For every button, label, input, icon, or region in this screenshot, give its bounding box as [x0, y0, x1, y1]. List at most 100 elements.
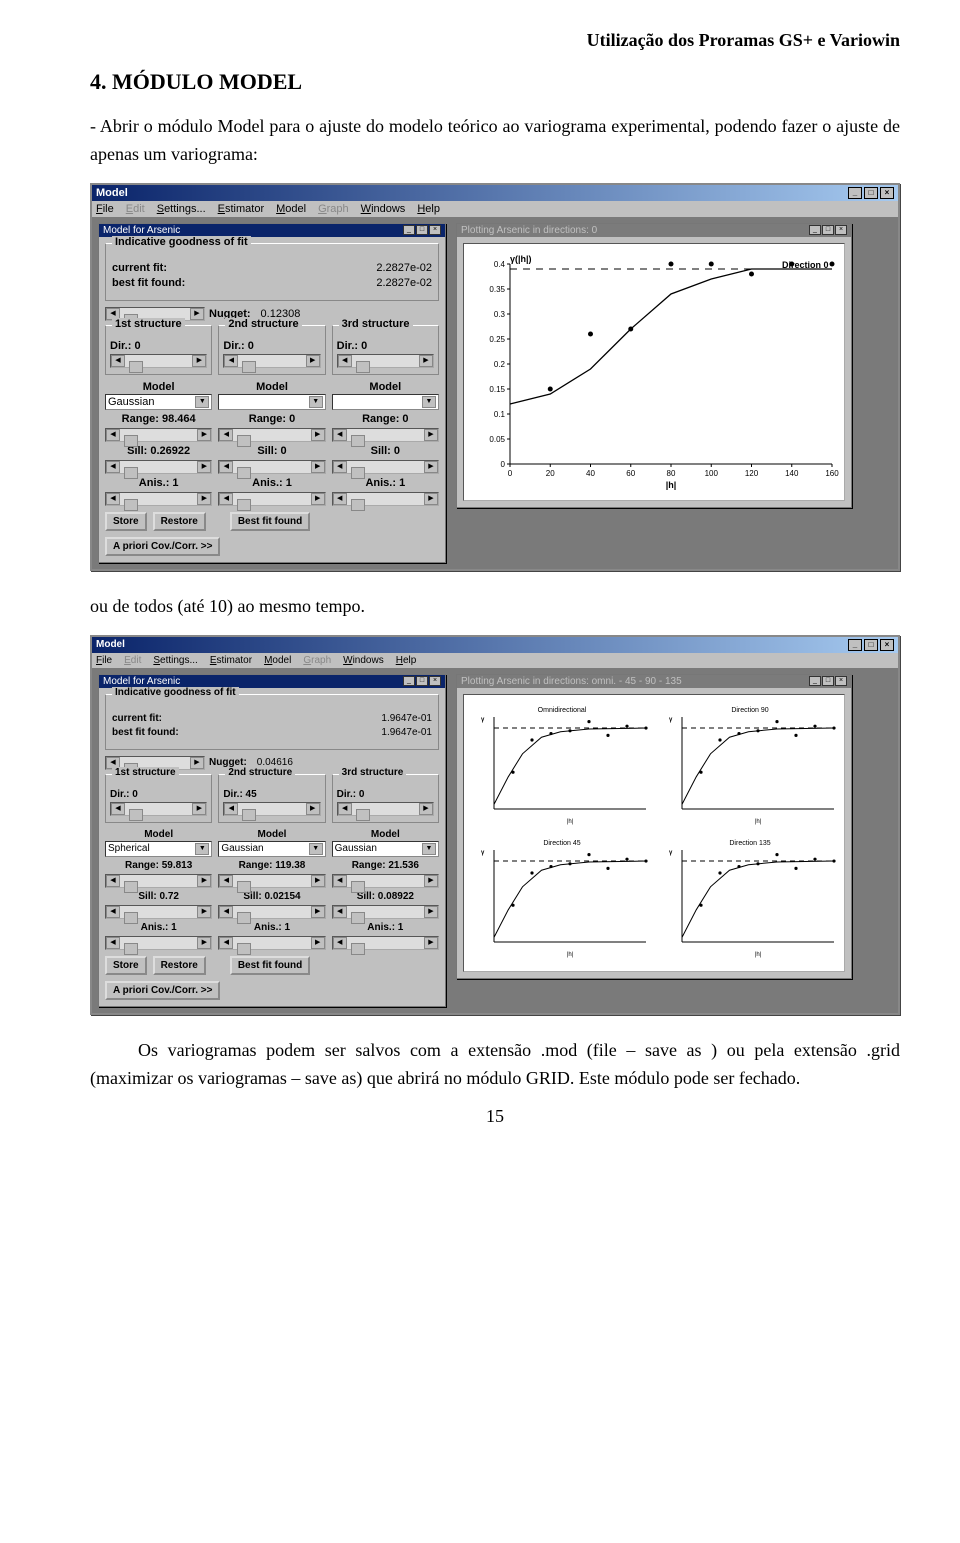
- subwin-close-btn[interactable]: ×: [429, 225, 441, 235]
- scroll-right-btn[interactable]: ▶: [197, 937, 211, 949]
- scroll-left-btn[interactable]: ◀: [333, 937, 347, 949]
- scroll-left-btn[interactable]: ◀: [338, 803, 352, 815]
- scroll-left-btn[interactable]: ◀: [219, 461, 233, 473]
- window-title-bar[interactable]: Model _ □ ×: [92, 637, 898, 653]
- menu-item[interactable]: Estimator: [210, 655, 252, 666]
- scroll-left-btn[interactable]: ◀: [333, 429, 347, 441]
- scroll-right-btn[interactable]: ▶: [311, 461, 325, 473]
- model-combo[interactable]: ▼: [218, 394, 325, 410]
- menu-item[interactable]: Windows: [361, 203, 406, 215]
- chevron-down-icon[interactable]: ▼: [195, 843, 209, 855]
- store-button[interactable]: Store: [105, 956, 147, 975]
- subwin-min-btn[interactable]: _: [403, 225, 415, 235]
- chevron-down-icon[interactable]: ▼: [309, 843, 323, 855]
- model-combo[interactable]: ▼: [332, 394, 439, 410]
- scroll-right-btn[interactable]: ▶: [197, 429, 211, 441]
- scroll-right-btn[interactable]: ▶: [197, 875, 211, 887]
- subwin-max-btn[interactable]: □: [822, 225, 834, 235]
- scroll-left-btn[interactable]: ◀: [224, 803, 238, 815]
- scroll-left-btn[interactable]: ◀: [333, 906, 347, 918]
- scroll-left-btn[interactable]: ◀: [333, 875, 347, 887]
- menu-item[interactable]: Edit: [124, 655, 141, 666]
- scroll-left-btn[interactable]: ◀: [219, 493, 233, 505]
- scroll-right-btn[interactable]: ▶: [306, 355, 320, 367]
- scroll-right-btn[interactable]: ▶: [192, 355, 206, 367]
- scroll-right-btn[interactable]: ▶: [311, 875, 325, 887]
- model-combo[interactable]: Gaussian▼: [218, 841, 325, 857]
- close-button[interactable]: ×: [880, 187, 894, 199]
- close-button[interactable]: ×: [880, 639, 894, 651]
- menu-item[interactable]: Help: [417, 203, 440, 215]
- subwin-max-btn[interactable]: □: [416, 676, 428, 686]
- scroll-left-btn[interactable]: ◀: [111, 803, 125, 815]
- menu-item[interactable]: Help: [396, 655, 417, 666]
- model-combo[interactable]: Gaussian▼: [105, 394, 212, 410]
- nugget-inc-btn[interactable]: ▶: [190, 757, 204, 769]
- plot-subwin-title[interactable]: Plotting Arsenic in directions: 0 _□×: [457, 224, 851, 237]
- scroll-left-btn[interactable]: ◀: [333, 461, 347, 473]
- scroll-left-btn[interactable]: ◀: [338, 355, 352, 367]
- chevron-down-icon[interactable]: ▼: [422, 396, 436, 408]
- menu-item[interactable]: Model: [264, 655, 291, 666]
- menu-item[interactable]: Graph: [303, 655, 331, 666]
- restore-button[interactable]: Restore: [153, 512, 206, 531]
- subwin-close-btn[interactable]: ×: [429, 676, 441, 686]
- scroll-right-btn[interactable]: ▶: [419, 355, 433, 367]
- scroll-right-btn[interactable]: ▶: [311, 429, 325, 441]
- apriori-button[interactable]: A priori Cov./Corr. >>: [105, 981, 220, 1000]
- minimize-button[interactable]: _: [848, 639, 862, 651]
- scroll-left-btn[interactable]: ◀: [106, 937, 120, 949]
- scroll-right-btn[interactable]: ▶: [419, 803, 433, 815]
- subwin-min-btn[interactable]: _: [403, 676, 415, 686]
- plot-subwin-title[interactable]: Plotting Arsenic in directions: omni. - …: [457, 675, 851, 688]
- scroll-right-btn[interactable]: ▶: [197, 906, 211, 918]
- scroll-right-btn[interactable]: ▶: [197, 461, 211, 473]
- scroll-left-btn[interactable]: ◀: [106, 875, 120, 887]
- subwin-max-btn[interactable]: □: [822, 676, 834, 686]
- menu-item[interactable]: Model: [276, 203, 306, 215]
- menu-item[interactable]: Settings...: [153, 655, 197, 666]
- menu-item[interactable]: Graph: [318, 203, 349, 215]
- subwin-close-btn[interactable]: ×: [835, 225, 847, 235]
- menu-item[interactable]: Settings...: [157, 203, 206, 215]
- maximize-button[interactable]: □: [864, 639, 878, 651]
- chevron-down-icon[interactable]: ▼: [195, 396, 209, 408]
- scroll-left-btn[interactable]: ◀: [224, 355, 238, 367]
- menu-item[interactable]: Estimator: [218, 203, 264, 215]
- menu-item[interactable]: Windows: [343, 655, 384, 666]
- model-combo[interactable]: Gaussian▼: [332, 841, 439, 857]
- scroll-right-btn[interactable]: ▶: [424, 875, 438, 887]
- scroll-left-btn[interactable]: ◀: [219, 875, 233, 887]
- chevron-down-icon[interactable]: ▼: [309, 396, 323, 408]
- scroll-left-btn[interactable]: ◀: [111, 355, 125, 367]
- store-button[interactable]: Store: [105, 512, 147, 531]
- restore-button[interactable]: Restore: [153, 956, 206, 975]
- scroll-right-btn[interactable]: ▶: [311, 906, 325, 918]
- scroll-left-btn[interactable]: ◀: [219, 906, 233, 918]
- scroll-right-btn[interactable]: ▶: [311, 493, 325, 505]
- apriori-button[interactable]: A priori Cov./Corr. >>: [105, 537, 220, 556]
- scroll-right-btn[interactable]: ▶: [192, 803, 206, 815]
- scroll-right-btn[interactable]: ▶: [424, 937, 438, 949]
- best-fit-button[interactable]: Best fit found: [230, 512, 310, 531]
- minimize-button[interactable]: _: [848, 187, 862, 199]
- scroll-right-btn[interactable]: ▶: [311, 937, 325, 949]
- scroll-right-btn[interactable]: ▶: [424, 493, 438, 505]
- subwin-min-btn[interactable]: _: [809, 225, 821, 235]
- scroll-right-btn[interactable]: ▶: [306, 803, 320, 815]
- menu-item[interactable]: Edit: [126, 203, 145, 215]
- scroll-left-btn[interactable]: ◀: [219, 429, 233, 441]
- scroll-left-btn[interactable]: ◀: [106, 461, 120, 473]
- window-title-bar[interactable]: Model _ □ ×: [92, 185, 898, 201]
- scroll-left-btn[interactable]: ◀: [219, 937, 233, 949]
- menu-item[interactable]: File: [96, 655, 112, 666]
- maximize-button[interactable]: □: [864, 187, 878, 199]
- subwin-min-btn[interactable]: _: [809, 676, 821, 686]
- scroll-left-btn[interactable]: ◀: [106, 429, 120, 441]
- subwin-max-btn[interactable]: □: [416, 225, 428, 235]
- scroll-right-btn[interactable]: ▶: [424, 461, 438, 473]
- chevron-down-icon[interactable]: ▼: [422, 843, 436, 855]
- scroll-right-btn[interactable]: ▶: [424, 906, 438, 918]
- subwin-close-btn[interactable]: ×: [835, 676, 847, 686]
- best-fit-button[interactable]: Best fit found: [230, 956, 310, 975]
